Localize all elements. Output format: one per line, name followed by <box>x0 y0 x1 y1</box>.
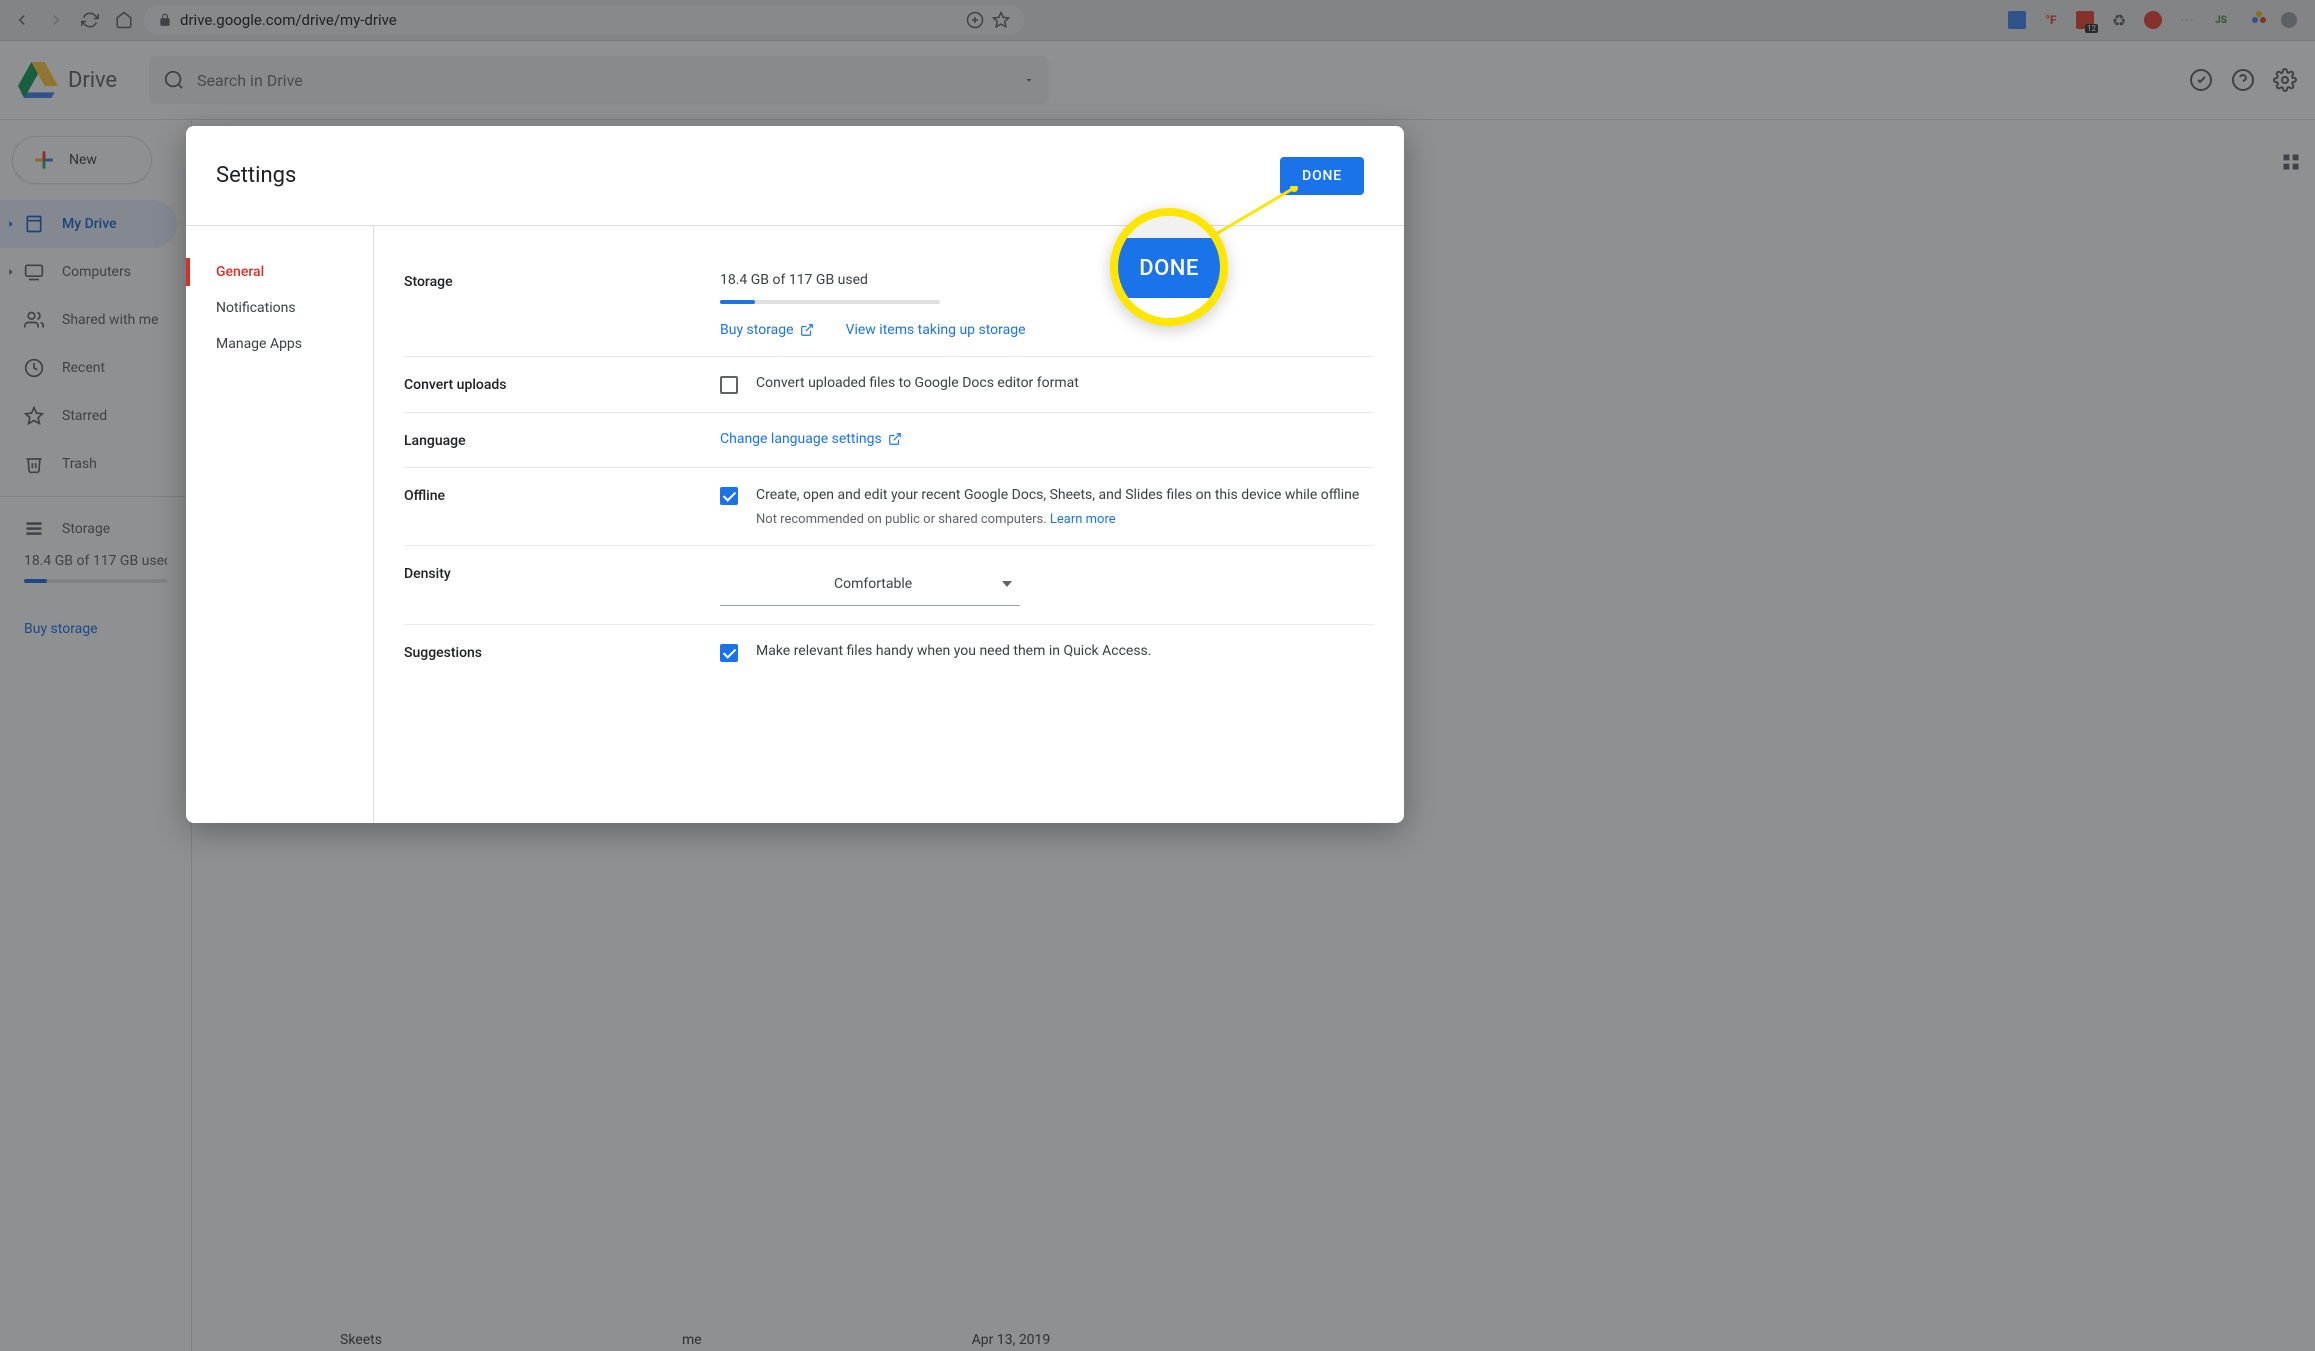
learn-more-link[interactable]: Learn more <box>1050 512 1116 527</box>
external-link-icon <box>888 432 902 446</box>
offline-subtext: Not recommended on public or shared comp… <box>756 512 1359 527</box>
dialog-header: Settings DONE <box>186 126 1404 226</box>
offline-checkbox-label: Create, open and edit your recent Google… <box>756 486 1359 506</box>
setting-label-offline: Offline <box>404 486 720 527</box>
setting-label-suggestions: Suggestions <box>404 643 720 662</box>
convert-checkbox-label: Convert uploaded files to Google Docs ed… <box>756 375 1079 391</box>
setting-density: Density Comfortable <box>404 546 1374 625</box>
dialog-content: Storage 18.4 GB of 117 GB used Buy stora… <box>374 226 1404 823</box>
change-language-link[interactable]: Change language settings <box>720 431 902 447</box>
setting-suggestions: Suggestions Make relevant files handy wh… <box>404 625 1374 680</box>
setting-language: Language Change language settings <box>404 413 1374 468</box>
suggestions-checkbox-label: Make relevant files handy when you need … <box>756 643 1151 659</box>
suggestions-checkbox[interactable] <box>720 644 738 662</box>
convert-checkbox[interactable] <box>720 376 738 394</box>
callout-label: DONE <box>1118 238 1220 298</box>
setting-label-convert: Convert uploads <box>404 375 720 394</box>
storage-usage-text: 18.4 GB of 117 GB used <box>720 272 1374 288</box>
density-select[interactable]: Comfortable <box>720 564 1020 606</box>
offline-checkbox[interactable] <box>720 487 738 505</box>
callout-highlight: DONE <box>1110 208 1228 326</box>
nav-notifications[interactable]: Notifications <box>186 290 373 326</box>
settings-dialog: Settings DONE General Notifications Mana… <box>186 126 1404 823</box>
setting-label-storage: Storage <box>404 272 720 338</box>
setting-offline: Offline Create, open and edit your recen… <box>404 468 1374 546</box>
setting-storage: Storage 18.4 GB of 117 GB used Buy stora… <box>404 254 1374 357</box>
buy-storage-link[interactable]: Buy storage <box>720 322 814 338</box>
setting-label-language: Language <box>404 431 720 449</box>
nav-manage-apps[interactable]: Manage Apps <box>186 326 373 362</box>
setting-convert: Convert uploads Convert uploaded files t… <box>404 357 1374 413</box>
dropdown-arrow-icon <box>1002 581 1012 587</box>
nav-general[interactable]: General <box>186 254 373 290</box>
dialog-nav: General Notifications Manage Apps <box>186 226 374 823</box>
density-value: Comfortable <box>834 576 912 592</box>
dialog-title: Settings <box>216 163 296 188</box>
done-button[interactable]: DONE <box>1280 157 1364 195</box>
view-items-link[interactable]: View items taking up storage <box>846 322 1026 338</box>
external-link-icon <box>800 323 814 337</box>
storage-usage-bar <box>720 300 940 304</box>
setting-label-density: Density <box>404 564 720 606</box>
